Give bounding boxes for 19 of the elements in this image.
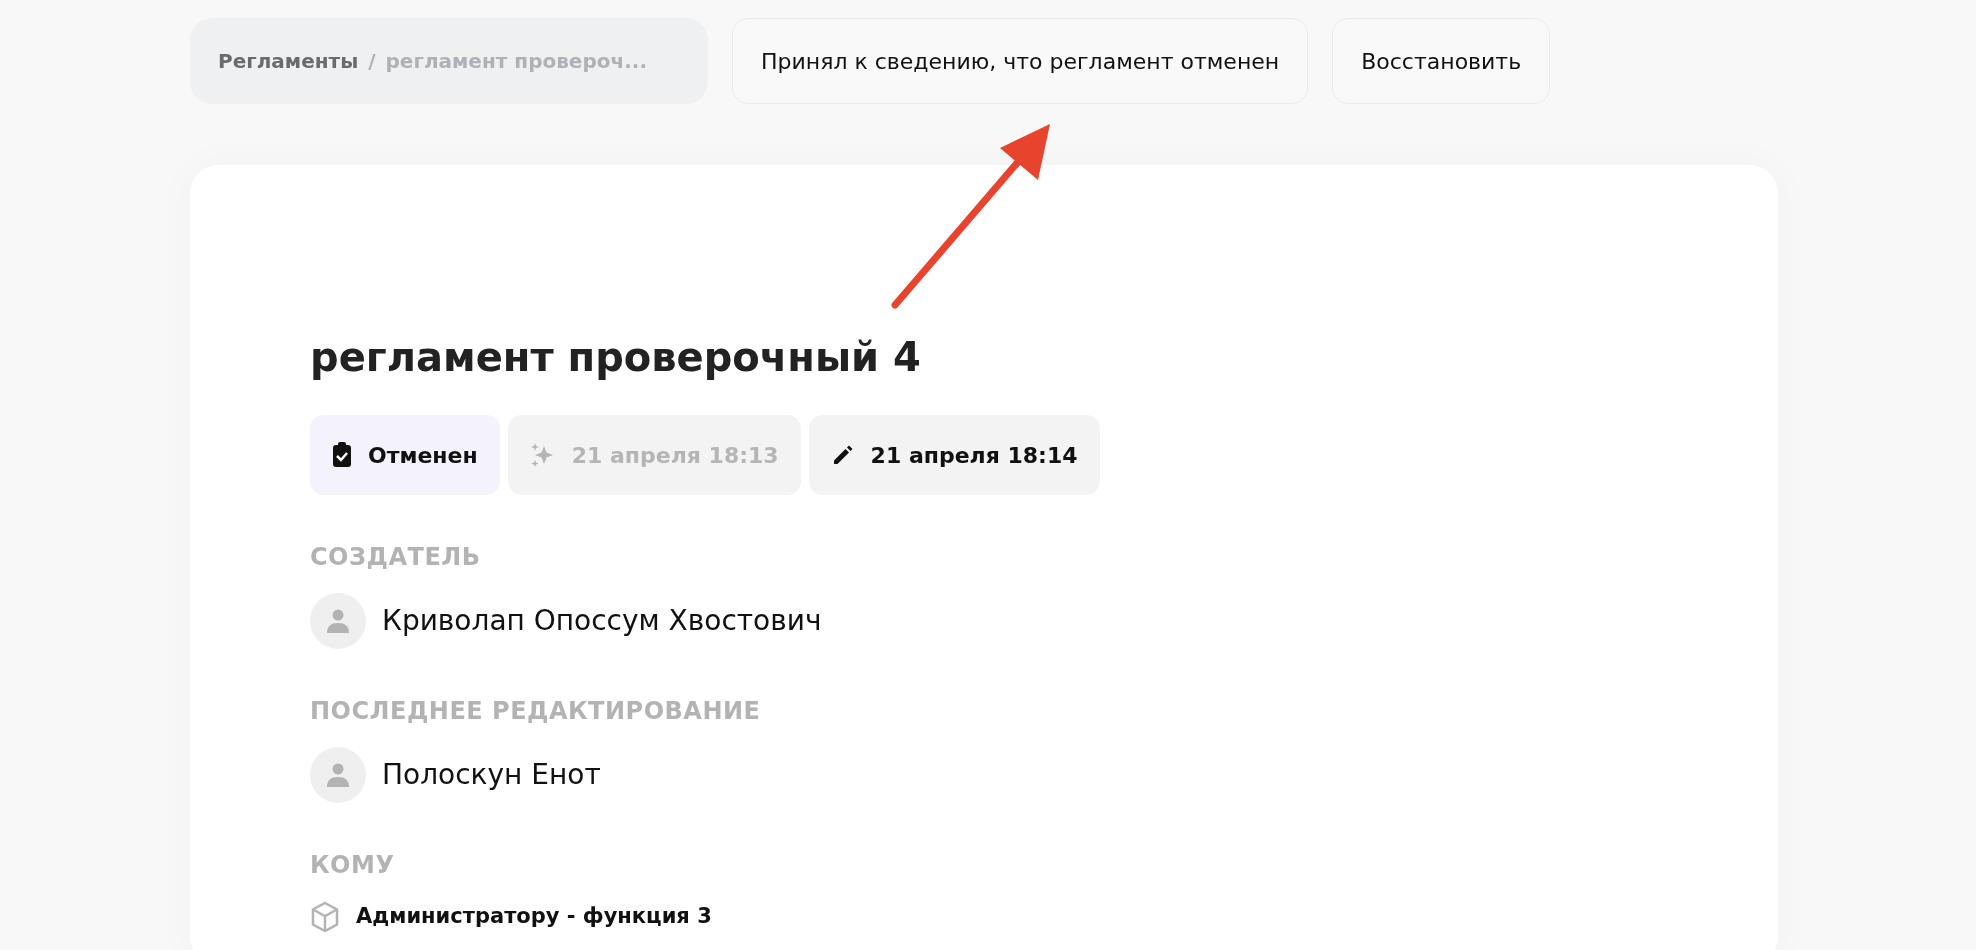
section-heading: ПОСЛЕДНЕЕ РЕДАКТИРОВАНИЕ [310, 696, 762, 727]
badge-label: Отменен [368, 441, 478, 470]
action-button[interactable]: Принял к сведению, что регламент отменен [732, 18, 1309, 104]
clipboard-check-icon [332, 442, 352, 468]
section-heading: СОЗДАТЕЛЬ [310, 542, 482, 573]
cube-icon [310, 901, 340, 933]
avatar-icon [310, 747, 366, 803]
document-title: регламент проверочный 4 [310, 333, 922, 381]
action-button[interactable]: Восстановить [1332, 18, 1551, 104]
breadcrumb-separator: / [368, 48, 376, 75]
avatar-icon [310, 593, 366, 649]
badge-label: 21 апреля 18:14 [870, 441, 1078, 470]
person-name: Криволап Опоссум Хвостович [382, 603, 822, 639]
badge-label: 21 апреля 18:13 [571, 441, 779, 470]
breadcrumb-link[interactable]: Регламенты [218, 46, 359, 76]
recipient-name: Администратору - функция 3 [356, 903, 712, 931]
person-name: Полоскун Енот [382, 757, 601, 793]
breadcrumb-current: регламент провероч... [385, 48, 647, 75]
section-heading: КОМУ [310, 850, 396, 881]
